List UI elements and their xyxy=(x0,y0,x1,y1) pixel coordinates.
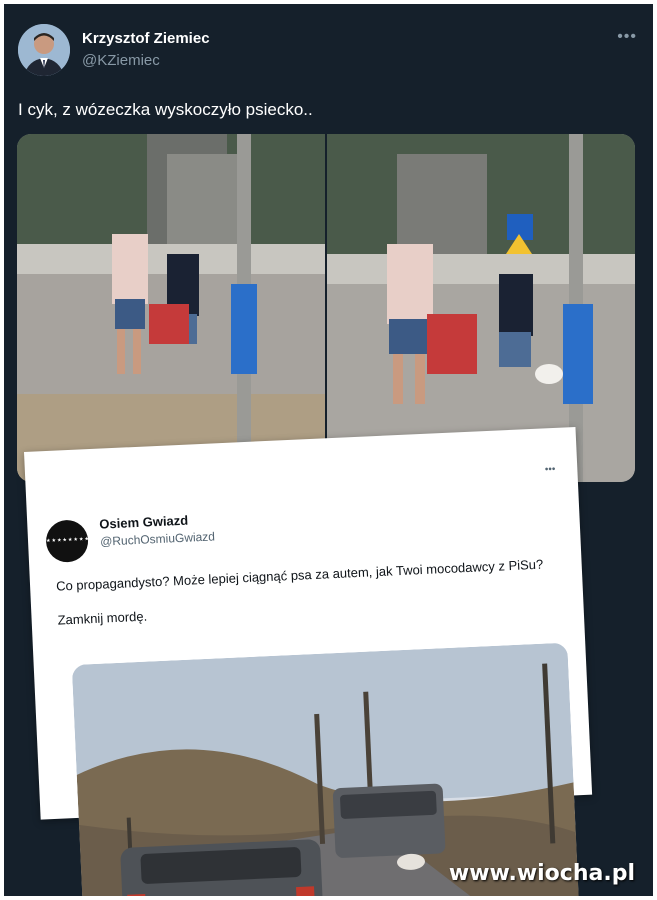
quoted-text-line: Zamknij mordę. xyxy=(57,608,148,628)
quoted-text-line: Co propagandysto? Może lepiej ciągnąć ps… xyxy=(55,556,544,594)
quoted-author-name[interactable]: Osiem Gwiazd xyxy=(99,513,188,532)
tweet-text: I cyk, z wózeczka wyskoczyło psiecko.. xyxy=(18,100,313,119)
quoted-tweet-card[interactable]: ★★★★★★★★ Osiem Gwiazd @RuchOsmiuGwiazd •… xyxy=(24,426,593,896)
author-name[interactable]: Krzysztof Ziemiec xyxy=(82,30,210,47)
author-avatar[interactable] xyxy=(18,24,70,76)
more-horizontal-icon[interactable]: ••• xyxy=(617,28,637,46)
quoted-author-avatar[interactable]: ★★★★★★★★ xyxy=(45,519,91,564)
quoted-tweet-photo[interactable] xyxy=(71,642,580,896)
quoted-tweet-text: Co propagandysto? Może lepiej ciągnąć ps… xyxy=(56,554,548,629)
more-horizontal-icon[interactable]: ••• xyxy=(545,464,556,475)
tweet-photo-right[interactable] xyxy=(327,134,635,482)
watermark: www.wiocha.pl xyxy=(448,861,635,886)
quoted-author-handle[interactable]: @RuchOsmiuGwiazd xyxy=(100,529,215,548)
tweet-screenshot: Krzysztof Ziemiec @KZiemiec ••• I cyk, z… xyxy=(4,4,653,896)
tweet-photo-left[interactable] xyxy=(17,134,325,482)
star-logo-icon: ★★★★★★★★ xyxy=(45,536,91,545)
author-handle[interactable]: @KZiemiec xyxy=(82,52,160,69)
